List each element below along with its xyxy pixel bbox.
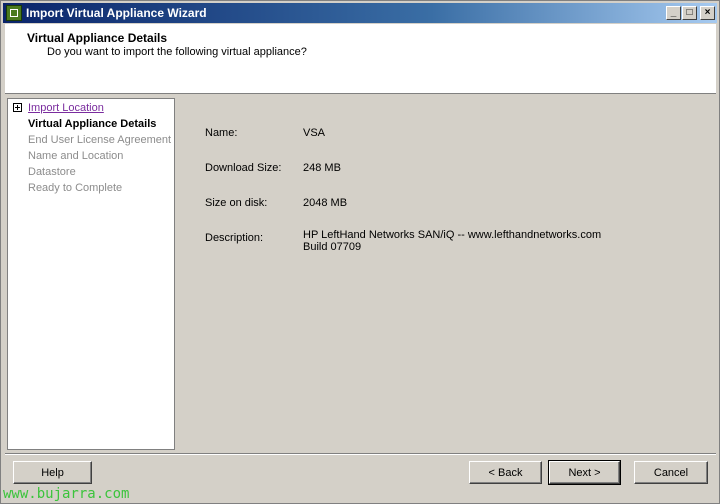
- details-panel: Name: VSA Download Size: 248 MB Size on …: [178, 98, 716, 450]
- step-name-and-location: Name and Location: [28, 150, 124, 162]
- download-size-value: 248 MB: [303, 162, 341, 174]
- step-datastore: Datastore: [28, 166, 76, 178]
- size-on-disk-label: Size on disk:: [205, 197, 268, 209]
- description-value-line2: Build 07709: [303, 241, 362, 253]
- step-ready-to-complete: Ready to Complete: [28, 182, 123, 194]
- back-button[interactable]: < Back: [469, 461, 542, 484]
- description-value-line1: HP LeftHand Networks SAN/iQ -- www.lefth…: [303, 229, 602, 241]
- wizard-steps-panel: Import Location Virtual Appliance Detail…: [7, 98, 175, 450]
- help-button[interactable]: Help: [13, 461, 92, 484]
- vmware-app-icon: [6, 5, 22, 21]
- next-button[interactable]: Next >: [548, 460, 621, 485]
- cancel-button[interactable]: Cancel: [634, 461, 708, 484]
- step-end-user-license-agreement: End User License Agreement: [28, 134, 172, 146]
- watermark-text: www.bujarra.com: [3, 486, 130, 502]
- wizard-window: Import Virtual Appliance Wizard _ □ × Vi…: [0, 0, 720, 504]
- description-label: Description:: [205, 232, 264, 244]
- close-button[interactable]: ×: [700, 6, 715, 20]
- download-size-label: Download Size:: [205, 162, 282, 174]
- footer-separator-highlight: [5, 454, 716, 455]
- size-on-disk-value: 2048 MB: [303, 197, 348, 209]
- page-title: Virtual Appliance Details: [27, 31, 168, 45]
- title-bar[interactable]: Import Virtual Appliance Wizard _ □ ×: [3, 3, 717, 23]
- expand-plus-icon[interactable]: [13, 103, 22, 112]
- wizard-header: Virtual Appliance Details Do you want to…: [5, 24, 716, 94]
- name-label: Name:: [205, 127, 238, 139]
- page-subtitle: Do you want to import the following virt…: [47, 46, 307, 58]
- name-value: VSA: [303, 127, 326, 139]
- minimize-button[interactable]: _: [666, 6, 681, 20]
- maximize-button[interactable]: □: [682, 6, 697, 20]
- step-virtual-appliance-details: Virtual Appliance Details: [28, 118, 157, 130]
- window-title: Import Virtual Appliance Wizard: [26, 6, 207, 20]
- step-import-location[interactable]: Import Location: [28, 102, 104, 114]
